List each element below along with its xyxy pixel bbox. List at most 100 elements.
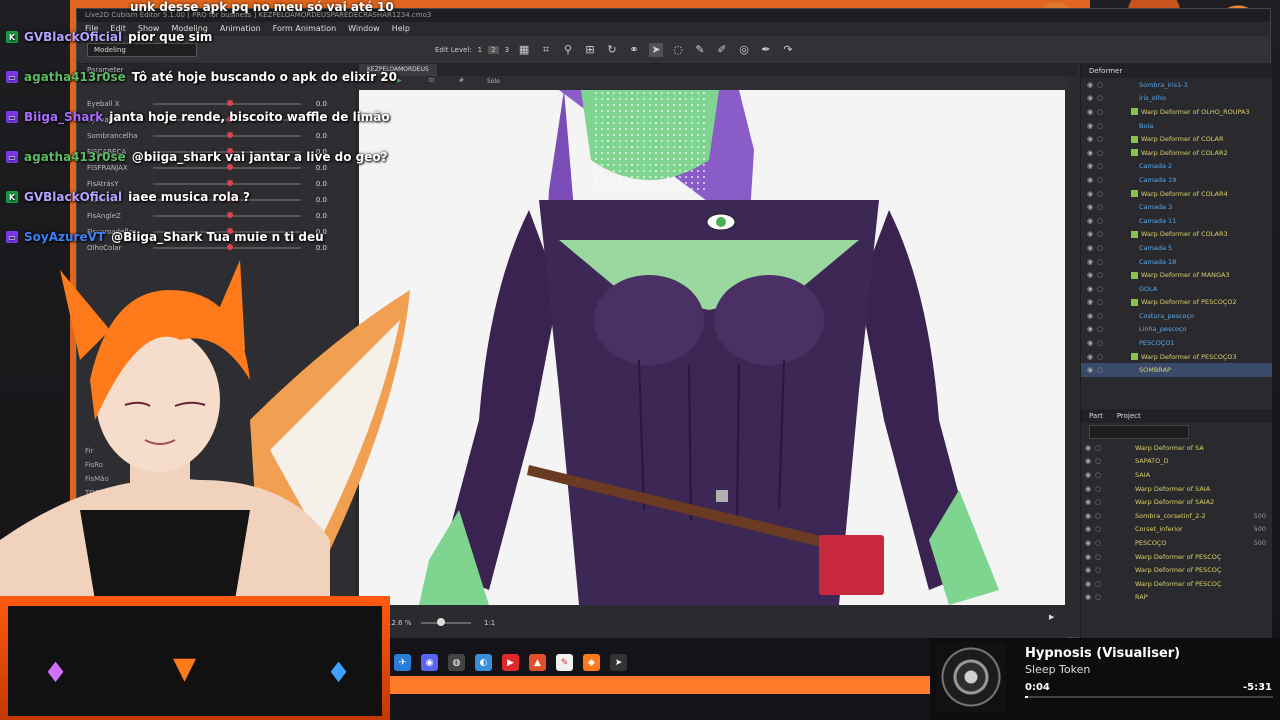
lock-icon[interactable]: ○	[1095, 176, 1105, 184]
eye-icon[interactable]: ◉	[1085, 81, 1095, 89]
eye-icon[interactable]: ◉	[1085, 339, 1095, 347]
edit-level-1[interactable]: 1	[478, 46, 482, 54]
pin-icon[interactable]: ⚲	[561, 43, 575, 57]
lock-icon[interactable]: ○	[1095, 485, 1105, 493]
grid-toggle-icon[interactable]: #	[459, 77, 464, 84]
mesh-icon[interactable]: ⌗	[539, 43, 553, 57]
model-canvas[interactable]	[359, 90, 1065, 605]
solo-toggle[interactable]: Solo	[487, 78, 500, 85]
target-icon[interactable]: ◎	[737, 43, 751, 57]
eye-icon[interactable]: ◉	[1085, 457, 1095, 465]
obs-icon[interactable]: ◍	[448, 654, 465, 671]
lock-icon[interactable]: ○	[1095, 566, 1105, 574]
lock-icon[interactable]: ○	[1095, 580, 1105, 588]
rotate-icon[interactable]: ↻	[605, 43, 619, 57]
eye-icon[interactable]: ◉	[1085, 580, 1095, 588]
eye-icon[interactable]: ◉	[1085, 271, 1095, 279]
lock-icon[interactable]: ○	[1095, 244, 1105, 252]
eye-icon[interactable]: ◉	[1085, 108, 1095, 116]
eye-icon[interactable]: ◉	[1085, 149, 1095, 157]
part-item[interactable]: ◉ ○ Warp Deformer of PESCOÇ	[1081, 563, 1272, 577]
lock-icon[interactable]: ○	[1095, 81, 1105, 89]
lock-icon[interactable]: ○	[1095, 553, 1105, 561]
tab-part[interactable]: Part	[1089, 409, 1103, 423]
edit-level-3[interactable]: 3	[505, 46, 509, 54]
link-icon[interactable]: ⚭	[627, 43, 641, 57]
lock-icon[interactable]: ○	[1095, 271, 1105, 279]
lock-icon[interactable]: ○	[1095, 94, 1105, 102]
lock-icon[interactable]: ○	[1095, 203, 1105, 211]
lock-icon[interactable]: ○	[1095, 353, 1105, 361]
part-item[interactable]: ◉ ○ PESCOÇO 500	[1081, 536, 1272, 550]
lock-icon[interactable]: ○	[1095, 339, 1105, 347]
deformer-item[interactable]: ◉ ○ Camada 11	[1081, 214, 1272, 228]
eye-icon[interactable]: ◉	[1085, 553, 1095, 561]
lock-icon[interactable]: ○	[1095, 471, 1105, 479]
deformer-item[interactable]: ◉ ○ Sombra_iris1-3	[1081, 78, 1272, 92]
lock-icon[interactable]: ○	[1095, 149, 1105, 157]
lasso-icon[interactable]: ◌	[671, 43, 685, 57]
lock-icon[interactable]: ○	[1095, 498, 1105, 506]
ratio-toggle[interactable]: 1:1	[484, 619, 495, 627]
lock-icon[interactable]: ○	[1095, 593, 1105, 601]
part-item[interactable]: ◉ ○ Warp Deformer of SA	[1081, 441, 1272, 455]
deformer-item[interactable]: ◉ ○ Warp Deformer of COLAR3	[1081, 228, 1272, 242]
part-item[interactable]: ◉ ○ SAPATO_D	[1081, 455, 1272, 469]
deformer-item[interactable]: ◉ ○ GOLA	[1081, 282, 1272, 296]
eye-icon[interactable]: ◉	[1085, 244, 1095, 252]
eye-icon[interactable]: ◉	[1085, 366, 1095, 374]
deformer-item[interactable]: ◉ ○ Camada 19	[1081, 173, 1272, 187]
lock-icon[interactable]: ○	[1095, 230, 1105, 238]
discord-icon[interactable]: ◉	[421, 654, 438, 671]
lock-icon[interactable]: ○	[1095, 190, 1105, 198]
lock-icon[interactable]: ○	[1095, 457, 1105, 465]
edit-level-2[interactable]: 2	[488, 45, 499, 54]
deformer-item[interactable]: ◉ ○ Linha_pescoço	[1081, 323, 1272, 337]
eye-icon[interactable]: ◉	[1085, 485, 1095, 493]
align-icon[interactable]: ▦	[517, 43, 531, 57]
deformer-item[interactable]: ◉ ○ iris_olho	[1081, 92, 1272, 106]
eye-icon[interactable]: ◉	[1085, 122, 1095, 130]
part-item[interactable]: ◉ ○ Sombra_corsetinf_2-2 500	[1081, 509, 1272, 523]
lock-icon[interactable]: ○	[1095, 285, 1105, 293]
lock-icon[interactable]: ○	[1095, 525, 1105, 533]
eye-icon[interactable]: ◉	[1085, 258, 1095, 266]
eye-icon[interactable]: ◉	[1085, 498, 1095, 506]
deformer-item[interactable]: ◉ ○ PESCOÇO1	[1081, 336, 1272, 350]
eye-icon[interactable]: ◉	[1085, 471, 1095, 479]
lock-icon[interactable]: ○	[1095, 512, 1105, 520]
part-item[interactable]: ◉ ○ Warp Deformer of PESCOÇ	[1081, 550, 1272, 564]
eye-icon[interactable]: ◉	[1085, 325, 1095, 333]
eye-icon[interactable]: ◉	[1085, 525, 1095, 533]
pen-icon[interactable]: ✒	[759, 43, 773, 57]
lock-icon[interactable]: ○	[1095, 162, 1105, 170]
eye-icon[interactable]: ◉	[1085, 566, 1095, 574]
eye-icon[interactable]: ◉	[1085, 539, 1095, 547]
part-item[interactable]: ◉ ○ Warp Deformer of SAIA2	[1081, 495, 1272, 509]
tab-project[interactable]: Project	[1117, 409, 1141, 423]
eye-icon[interactable]: ◉	[1085, 444, 1095, 452]
eye-icon[interactable]: ◉	[1085, 593, 1095, 601]
part-item[interactable]: ◉ ○ Warp Deformer of SAIA	[1081, 482, 1272, 496]
youtube-icon[interactable]: ▶	[502, 654, 519, 671]
part-item[interactable]: ◉ ○ RAP	[1081, 591, 1272, 605]
lock-icon[interactable]: ○	[1095, 539, 1105, 547]
deformer-item[interactable]: ◉ ○ Warp Deformer of PESCOÇO3	[1081, 350, 1272, 364]
lock-icon[interactable]: ○	[1095, 325, 1105, 333]
deformer-item[interactable]: ◉ ○ Camada 3	[1081, 200, 1272, 214]
part-item[interactable]: ◉ ○ Corset_inferior 500	[1081, 523, 1272, 537]
deformer-item[interactable]: ◉ ○ Warp Deformer of COLAR4	[1081, 187, 1272, 201]
lock-icon[interactable]: ○	[1095, 444, 1105, 452]
eye-icon[interactable]: ◉	[1085, 135, 1095, 143]
clipstudio-icon[interactable]: ✎	[556, 654, 573, 671]
eye-icon[interactable]: ◉	[1085, 176, 1095, 184]
eye-icon[interactable]: ◉	[1085, 312, 1095, 320]
select-arrow-icon[interactable]: ➤	[649, 42, 664, 57]
eye-icon[interactable]: ◉	[1085, 353, 1095, 361]
eye-icon[interactable]: ◉	[1085, 285, 1095, 293]
redo-icon[interactable]: ↷	[781, 43, 795, 57]
deformer-item[interactable]: ◉ ○ Bola	[1081, 119, 1272, 133]
deformer-item[interactable]: ◉ ○ SOMBRAP	[1081, 363, 1272, 378]
eye-icon[interactable]: ◉	[1085, 190, 1095, 198]
lock-icon[interactable]: ○	[1095, 108, 1105, 116]
